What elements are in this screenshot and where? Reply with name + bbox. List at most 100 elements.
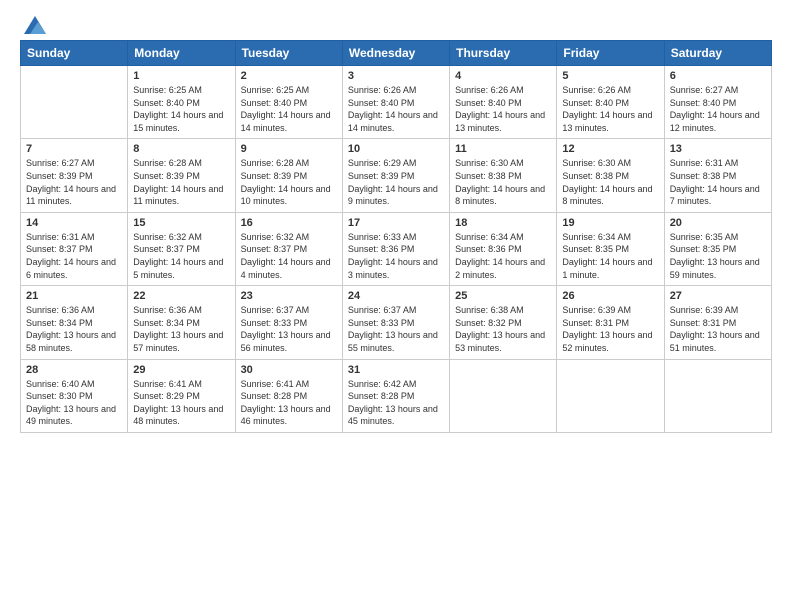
day-info: Sunrise: 6:26 AM Sunset: 8:40 PM Dayligh… xyxy=(348,84,444,134)
calendar-cell: 22Sunrise: 6:36 AM Sunset: 8:34 PM Dayli… xyxy=(128,286,235,359)
day-info: Sunrise: 6:28 AM Sunset: 8:39 PM Dayligh… xyxy=(133,157,229,207)
day-number: 6 xyxy=(670,70,766,82)
day-info: Sunrise: 6:30 AM Sunset: 8:38 PM Dayligh… xyxy=(455,157,551,207)
calendar-day-header: Saturday xyxy=(664,41,771,66)
day-number: 27 xyxy=(670,290,766,302)
calendar-day-header: Sunday xyxy=(21,41,128,66)
day-number: 28 xyxy=(26,364,122,376)
day-info: Sunrise: 6:37 AM Sunset: 8:33 PM Dayligh… xyxy=(348,304,444,354)
calendar-cell: 16 Sunrise: 6:32 AM Sunset: 8:37 PM Dayli… xyxy=(235,212,342,285)
day-number: 16 xyxy=(241,217,337,229)
calendar-cell: 5 Sunrise: 6:26 AM Sunset: 8:40 PM Daylig… xyxy=(557,66,664,139)
day-number: 31 xyxy=(348,364,444,376)
day-info: Sunrise: 6:32 AM Sunset: 8:37 PM Dayligh… xyxy=(241,231,337,281)
day-info: Sunrise: 6:27 AM Sunset: 8:39 PM Dayligh… xyxy=(26,157,122,207)
calendar-cell: 7 Sunrise: 6:27 AM Sunset: 8:39 PM Daylig… xyxy=(21,139,128,212)
calendar-cell: 25 Sunrise: 6:38 AM Sunset: 8:32 PM Dayli… xyxy=(450,286,557,359)
day-info: Sunrise: 6:28 AM Sunset: 8:39 PM Dayligh… xyxy=(241,157,337,207)
day-number: 12 xyxy=(562,143,658,155)
day-info: Sunrise: 6:33 AM Sunset: 8:36 PM Dayligh… xyxy=(348,231,444,281)
day-number: 13 xyxy=(670,143,766,155)
calendar-cell: 30Sunrise: 6:41 AM Sunset: 8:28 PM Dayli… xyxy=(235,359,342,432)
calendar-week-row: 21 Sunrise: 6:36 AM Sunset: 8:34 PM Dayli… xyxy=(21,286,772,359)
day-info: Sunrise: 6:27 AM Sunset: 8:40 PM Dayligh… xyxy=(670,84,766,134)
day-number: 29 xyxy=(133,364,229,376)
calendar-cell: 14Sunrise: 6:31 AM Sunset: 8:37 PM Dayli… xyxy=(21,212,128,285)
header xyxy=(20,16,772,30)
calendar-cell: 27 Sunrise: 6:39 AM Sunset: 8:31 PM Dayli… xyxy=(664,286,771,359)
day-number: 23 xyxy=(241,290,337,302)
day-number: 22 xyxy=(133,290,229,302)
day-number: 5 xyxy=(562,70,658,82)
calendar-cell: 23 Sunrise: 6:37 AM Sunset: 8:33 PM Dayli… xyxy=(235,286,342,359)
day-info: Sunrise: 6:26 AM Sunset: 8:40 PM Dayligh… xyxy=(562,84,658,134)
calendar-cell: 18 Sunrise: 6:34 AM Sunset: 8:36 PM Dayli… xyxy=(450,212,557,285)
day-number: 25 xyxy=(455,290,551,302)
calendar-cell: 8 Sunrise: 6:28 AM Sunset: 8:39 PM Daylig… xyxy=(128,139,235,212)
calendar-cell xyxy=(21,66,128,139)
day-info: Sunrise: 6:30 AM Sunset: 8:38 PM Dayligh… xyxy=(562,157,658,207)
calendar-cell: 28 Sunrise: 6:40 AM Sunset: 8:30 PM Dayli… xyxy=(21,359,128,432)
calendar-cell: 2Sunrise: 6:25 AM Sunset: 8:40 PM Daylig… xyxy=(235,66,342,139)
day-info: Sunrise: 6:38 AM Sunset: 8:32 PM Dayligh… xyxy=(455,304,551,354)
day-number: 24 xyxy=(348,290,444,302)
calendar-cell: 24 Sunrise: 6:37 AM Sunset: 8:33 PM Dayli… xyxy=(342,286,449,359)
day-number: 26 xyxy=(562,290,658,302)
calendar-cell: 4 Sunrise: 6:26 AM Sunset: 8:40 PM Daylig… xyxy=(450,66,557,139)
calendar-week-row: 14Sunrise: 6:31 AM Sunset: 8:37 PM Dayli… xyxy=(21,212,772,285)
day-number: 30 xyxy=(241,364,337,376)
day-info: Sunrise: 6:37 AM Sunset: 8:33 PM Dayligh… xyxy=(241,304,337,354)
calendar-cell: 19 Sunrise: 6:34 AM Sunset: 8:35 PM Dayli… xyxy=(557,212,664,285)
day-number: 19 xyxy=(562,217,658,229)
day-info: Sunrise: 6:26 AM Sunset: 8:40 PM Dayligh… xyxy=(455,84,551,134)
calendar-header-row: SundayMondayTuesdayWednesdayThursdayFrid… xyxy=(21,41,772,66)
day-number: 15 xyxy=(133,217,229,229)
day-info: Sunrise: 6:40 AM Sunset: 8:30 PM Dayligh… xyxy=(26,378,122,428)
calendar-day-header: Tuesday xyxy=(235,41,342,66)
day-number: 3 xyxy=(348,70,444,82)
calendar-cell: 9 Sunrise: 6:28 AM Sunset: 8:39 PM Daylig… xyxy=(235,139,342,212)
calendar-cell: 11 Sunrise: 6:30 AM Sunset: 8:38 PM Dayli… xyxy=(450,139,557,212)
day-number: 11 xyxy=(455,143,551,155)
calendar-day-header: Friday xyxy=(557,41,664,66)
day-info: Sunrise: 6:29 AM Sunset: 8:39 PM Dayligh… xyxy=(348,157,444,207)
calendar-day-header: Wednesday xyxy=(342,41,449,66)
calendar-cell: 29 Sunrise: 6:41 AM Sunset: 8:29 PM Dayli… xyxy=(128,359,235,432)
calendar: SundayMondayTuesdayWednesdayThursdayFrid… xyxy=(20,40,772,433)
calendar-cell: 21 Sunrise: 6:36 AM Sunset: 8:34 PM Dayli… xyxy=(21,286,128,359)
day-info: Sunrise: 6:34 AM Sunset: 8:35 PM Dayligh… xyxy=(562,231,658,281)
day-number: 7 xyxy=(26,143,122,155)
day-info: Sunrise: 6:35 AM Sunset: 8:35 PM Dayligh… xyxy=(670,231,766,281)
calendar-cell: 10 Sunrise: 6:29 AM Sunset: 8:39 PM Dayli… xyxy=(342,139,449,212)
day-info: Sunrise: 6:32 AM Sunset: 8:37 PM Dayligh… xyxy=(133,231,229,281)
day-info: Sunrise: 6:34 AM Sunset: 8:36 PM Dayligh… xyxy=(455,231,551,281)
day-number: 2 xyxy=(241,70,337,82)
day-info: Sunrise: 6:39 AM Sunset: 8:31 PM Dayligh… xyxy=(562,304,658,354)
day-info: Sunrise: 6:39 AM Sunset: 8:31 PM Dayligh… xyxy=(670,304,766,354)
calendar-day-header: Thursday xyxy=(450,41,557,66)
day-number: 21 xyxy=(26,290,122,302)
day-number: 10 xyxy=(348,143,444,155)
calendar-cell xyxy=(557,359,664,432)
calendar-cell: 12 Sunrise: 6:30 AM Sunset: 8:38 PM Dayli… xyxy=(557,139,664,212)
day-info: Sunrise: 6:25 AM Sunset: 8:40 PM Dayligh… xyxy=(133,84,229,134)
calendar-cell: 20Sunrise: 6:35 AM Sunset: 8:35 PM Dayli… xyxy=(664,212,771,285)
day-number: 4 xyxy=(455,70,551,82)
calendar-day-header: Monday xyxy=(128,41,235,66)
day-info: Sunrise: 6:36 AM Sunset: 8:34 PM Dayligh… xyxy=(26,304,122,354)
calendar-cell xyxy=(664,359,771,432)
day-info: Sunrise: 6:42 AM Sunset: 8:28 PM Dayligh… xyxy=(348,378,444,428)
day-number: 1 xyxy=(133,70,229,82)
calendar-cell: 3 Sunrise: 6:26 AM Sunset: 8:40 PM Daylig… xyxy=(342,66,449,139)
calendar-cell: 6 Sunrise: 6:27 AM Sunset: 8:40 PM Daylig… xyxy=(664,66,771,139)
day-number: 14 xyxy=(26,217,122,229)
day-number: 9 xyxy=(241,143,337,155)
calendar-cell xyxy=(450,359,557,432)
calendar-cell: 17Sunrise: 6:33 AM Sunset: 8:36 PM Dayli… xyxy=(342,212,449,285)
logo-icon xyxy=(24,16,46,34)
day-number: 18 xyxy=(455,217,551,229)
page: SundayMondayTuesdayWednesdayThursdayFrid… xyxy=(0,0,792,612)
day-number: 8 xyxy=(133,143,229,155)
day-info: Sunrise: 6:41 AM Sunset: 8:29 PM Dayligh… xyxy=(133,378,229,428)
calendar-cell: 13Sunrise: 6:31 AM Sunset: 8:38 PM Dayli… xyxy=(664,139,771,212)
